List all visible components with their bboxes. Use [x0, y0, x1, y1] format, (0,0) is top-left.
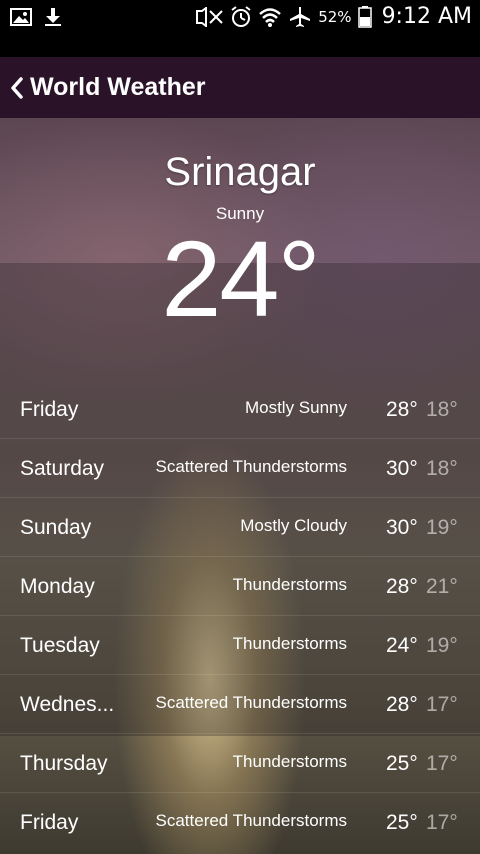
forecast-list[interactable]: Friday Mostly Sunny 28° 18° Saturday Sca…	[0, 380, 480, 852]
forecast-day: Saturday	[20, 457, 105, 480]
forecast-condition: Scattered Thunderstorms	[155, 457, 348, 476]
forecast-day: Tuesday	[20, 634, 100, 657]
mute-icon	[194, 6, 224, 27]
forecast-day: Thursday	[20, 752, 108, 775]
forecast-high: 25°	[386, 811, 418, 834]
forecast-low: 19°	[426, 516, 458, 539]
airplane-icon	[288, 6, 312, 28]
forecast-day: Monday	[20, 575, 95, 598]
screen: 52% 9:12 AM World Weather Srinagar Sunny…	[0, 0, 480, 854]
back-button[interactable]: World Weather	[0, 57, 206, 118]
forecast-low: 17°	[426, 693, 458, 716]
forecast-row: Tuesday Thunderstorms 24° 19°	[0, 616, 480, 675]
forecast-condition: Scattered Thunderstorms	[155, 811, 348, 830]
forecast-row: Thursday Thunderstorms 25° 17°	[0, 734, 480, 793]
forecast-low: 17°	[426, 811, 458, 834]
forecast-row: Wednes... Scattered Thunderstorms 28° 17…	[0, 675, 480, 734]
chevron-left-icon	[10, 76, 24, 99]
forecast-high: 25°	[386, 752, 418, 775]
forecast-row: Monday Thunderstorms 28° 21°	[0, 557, 480, 616]
forecast-high: 28°	[386, 693, 418, 716]
forecast-condition: Thunderstorms	[232, 575, 347, 594]
city-name: Srinagar	[164, 150, 316, 194]
wifi-icon	[258, 6, 282, 28]
download-icon	[44, 7, 62, 27]
forecast-row: Friday Mostly Sunny 28° 18°	[0, 380, 480, 439]
clock: 9:12 AM	[381, 4, 472, 29]
forecast-low: 18°	[426, 398, 458, 421]
forecast-low: 19°	[426, 634, 458, 657]
current-weather: Srinagar Sunny 24°	[0, 118, 480, 380]
forecast-high: 28°	[386, 398, 418, 421]
forecast-row: Sunday Mostly Cloudy 30° 19°	[0, 498, 480, 557]
battery-percent: 52%	[318, 7, 352, 26]
forecast-day: Friday	[20, 398, 79, 421]
forecast-high: 28°	[386, 575, 418, 598]
forecast-day: Friday	[20, 811, 79, 834]
forecast-condition: Thunderstorms	[232, 634, 347, 653]
forecast-low: 18°	[426, 457, 458, 480]
forecast-low: 17°	[426, 752, 458, 775]
forecast-low: 21°	[426, 575, 458, 598]
status-bar: 52% 9:12 AM	[0, 0, 480, 33]
forecast-condition: Scattered Thunderstorms	[155, 693, 348, 712]
forecast-row: Friday Scattered Thunderstorms 25° 17°	[0, 793, 480, 852]
alarm-icon	[230, 5, 252, 28]
gallery-icon	[10, 7, 32, 26]
action-bar: World Weather	[0, 57, 480, 118]
forecast-high: 30°	[386, 457, 418, 480]
current-temperature: 24°	[161, 218, 320, 339]
forecast-condition: Mostly Sunny	[244, 398, 347, 417]
forecast-high: 24°	[386, 634, 418, 657]
forecast-condition: Thunderstorms	[232, 752, 347, 771]
forecast-condition: Mostly Cloudy	[240, 516, 347, 535]
forecast-row: Saturday Scattered Thunderstorms 30° 18°	[0, 439, 480, 498]
status-gap	[0, 33, 480, 57]
forecast-day: Sunday	[20, 516, 92, 539]
forecast-high: 30°	[386, 516, 418, 539]
battery-icon	[357, 5, 372, 28]
page-title: World Weather	[30, 73, 206, 101]
forecast-day: Wednes...	[20, 693, 115, 716]
